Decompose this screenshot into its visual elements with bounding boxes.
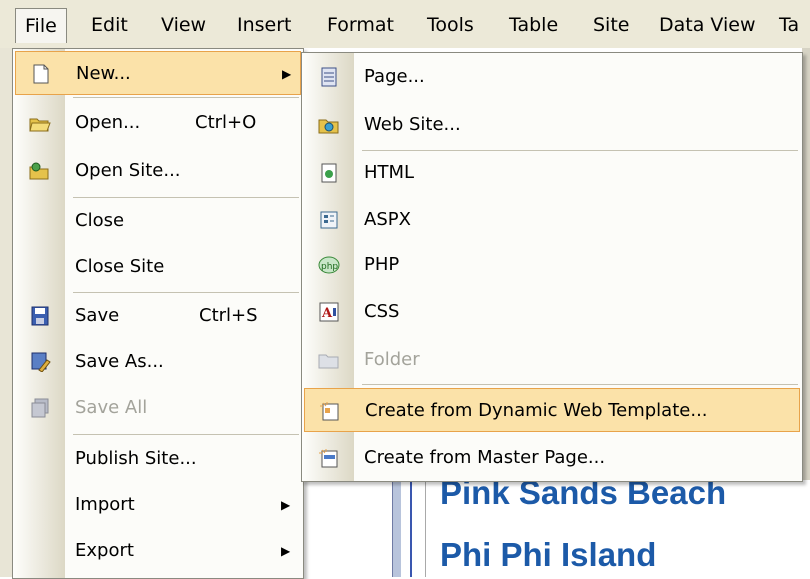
- submenu-item-php[interactable]: php PHP: [304, 243, 800, 287]
- menu-bar: File Edit View Insert Format Tools Table…: [0, 0, 810, 49]
- aspx-file-icon: [320, 211, 338, 229]
- menu-item-label: Web Site...: [364, 114, 461, 135]
- menu-item-label: Publish Site...: [75, 448, 197, 469]
- svg-text:php: php: [321, 262, 338, 272]
- menu-table[interactable]: Table: [500, 8, 567, 42]
- menu-tools[interactable]: Tools: [418, 8, 483, 42]
- submenu-item-master-page[interactable]: Create from Master Page...: [304, 436, 800, 480]
- save-all-icon: [31, 398, 49, 418]
- new-submenu: Page... Web Site... HTML ASPX php PHP A …: [301, 52, 803, 482]
- menu-file[interactable]: File: [15, 8, 67, 43]
- menu-item-label: CSS: [364, 301, 400, 322]
- submenu-arrow-icon: ▶: [281, 544, 291, 558]
- submenu-item-aspx[interactable]: ASPX: [304, 198, 800, 242]
- menu-item-label: Save All: [75, 397, 148, 418]
- master-page-icon: [319, 449, 338, 468]
- save-as-icon: [31, 352, 51, 372]
- menu-item-label: Create from Master Page...: [364, 447, 606, 468]
- menu-site[interactable]: Site: [584, 8, 638, 42]
- html-file-icon: [321, 163, 337, 183]
- menu-item-open-site[interactable]: Open Site...: [15, 149, 301, 193]
- menu-item-label: Folder: [364, 349, 420, 370]
- submenu-item-page[interactable]: Page...: [304, 55, 800, 99]
- menu-item-label: Export: [75, 540, 134, 561]
- save-disk-icon: [31, 306, 49, 326]
- menu-item-label: Create from Dynamic Web Template...: [365, 400, 708, 421]
- shortcut-label: Ctrl+O: [195, 112, 257, 133]
- menu-item-label: Import: [75, 494, 135, 515]
- menu-table-2[interactable]: Ta: [770, 8, 808, 42]
- menu-item-close-site[interactable]: Close Site: [15, 245, 301, 289]
- menu-item-label: ASPX: [364, 209, 411, 230]
- submenu-item-web-site[interactable]: Web Site...: [304, 103, 800, 147]
- document-frame-line: [410, 480, 412, 577]
- new-page-icon: [33, 64, 49, 84]
- menu-item-label: PHP: [364, 254, 400, 275]
- right-toolbar-strip: [802, 48, 810, 480]
- menu-item-label: Save: [75, 305, 120, 326]
- menu-item-publish-site[interactable]: Publish Site...: [15, 437, 301, 481]
- open-site-icon: [29, 162, 49, 180]
- menu-item-close[interactable]: Close: [15, 199, 301, 243]
- menu-format[interactable]: Format: [318, 8, 403, 42]
- menu-insert[interactable]: Insert: [228, 8, 301, 42]
- menu-separator: [73, 97, 299, 98]
- menu-view[interactable]: View: [152, 8, 215, 42]
- menu-separator: [73, 197, 299, 198]
- menu-item-save-as[interactable]: Save As...: [15, 340, 301, 384]
- document-heading[interactable]: Phi Phi Island: [440, 536, 656, 574]
- document-frame: [392, 480, 401, 577]
- submenu-item-dynamic-web-template[interactable]: Create from Dynamic Web Template...: [304, 388, 800, 432]
- dynamic-web-template-icon: [320, 402, 339, 421]
- submenu-arrow-icon: ▶: [281, 498, 291, 512]
- menu-item-save[interactable]: Save Ctrl+S: [15, 294, 301, 338]
- menu-edit[interactable]: Edit: [82, 8, 137, 42]
- submenu-item-html[interactable]: HTML: [304, 151, 800, 195]
- menu-item-label: Open...: [75, 112, 141, 133]
- menu-item-new[interactable]: New... ▶: [15, 51, 301, 95]
- file-menu: New... ▶ Open... Ctrl+O Open Site... Clo…: [12, 48, 304, 579]
- menu-item-label: Close Site: [75, 256, 165, 277]
- php-file-icon: php: [318, 256, 340, 274]
- shortcut-label: Ctrl+S: [199, 305, 258, 326]
- menu-item-label: Save As...: [75, 351, 164, 372]
- menu-item-label: HTML: [364, 162, 415, 183]
- folder-icon: [318, 354, 339, 369]
- page-icon: [321, 67, 337, 87]
- menu-item-import[interactable]: Import ▶: [15, 483, 301, 527]
- menu-separator: [73, 434, 299, 435]
- css-file-icon: A: [319, 302, 339, 322]
- menu-separator: [73, 292, 299, 293]
- submenu-arrow-icon: ▶: [282, 67, 292, 81]
- menu-item-save-all[interactable]: Save All: [15, 386, 301, 430]
- svg-text:A: A: [321, 306, 333, 321]
- open-folder-icon: [29, 118, 51, 132]
- menu-item-label: Page...: [364, 66, 425, 87]
- menu-item-label: Open Site...: [75, 160, 181, 181]
- menu-item-export[interactable]: Export ▶: [15, 529, 301, 573]
- menu-separator: [362, 384, 798, 385]
- submenu-item-css[interactable]: A CSS: [304, 290, 800, 334]
- menu-data-view[interactable]: Data View: [650, 8, 765, 42]
- menu-item-label: Close: [75, 210, 125, 231]
- menu-item-label: New...: [76, 63, 131, 84]
- menu-item-open[interactable]: Open... Ctrl+O: [15, 101, 301, 145]
- web-site-icon: [318, 119, 339, 134]
- submenu-item-folder[interactable]: Folder: [304, 338, 800, 382]
